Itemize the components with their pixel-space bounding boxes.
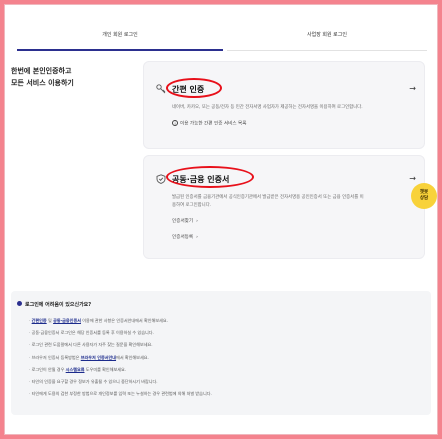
help-item-text: 이용에 관한 사항은 인증서안내에서 확인해보세요. <box>80 318 168 323</box>
bullet-icon <box>17 301 22 306</box>
login-help-section: 로그인에 어려움이 있으신가요? 간편인증 및 공동·금융인증서 이용에 관한 … <box>11 291 431 415</box>
chatbot-label-line-2: 상담 <box>419 196 429 201</box>
help-item: 타인의 인증을 요구할 경우 정보가 유출될 수 있으니 중단하시기 바랍니다. <box>29 376 424 388</box>
help-item: 공동·금융인증서 로그인은 해당 인증서를 등록 후 이용하실 수 있습니다. <box>29 327 424 339</box>
browser-cert-guide-link[interactable]: 브라우저 인증서안내 <box>81 355 116 360</box>
certificate-auth-description: 발급된 인증서를 금융기관에서 공식인증기관에서 발급받은 전자서명용 공인인증… <box>172 194 422 210</box>
find-certificate-link[interactable]: 인증서찾기 › <box>172 218 198 224</box>
headline-line-1: 한번에 본인인증하고 <box>11 67 72 75</box>
page-headline: 한번에 본인인증하고 모든 서비스 이용하기 <box>11 65 131 89</box>
find-certificate-label: 인증서찾기 <box>172 219 194 224</box>
register-certificate-label: 인증서등록 <box>172 235 194 240</box>
help-item: 로그인이 안될 경우 시스템요류 도우미를 확인해보세요. <box>29 364 424 376</box>
shield-icon <box>156 174 166 184</box>
tab-personal-login[interactable]: 개인 회원 로그인 <box>17 25 223 51</box>
easy-auth-card[interactable]: 간편 인증 → 네이버, 카카오, 또는 공동/전자 등 민간 전자서명 사업자… <box>143 61 425 149</box>
help-title: 로그인에 어려움이 있으신가요? <box>25 302 92 308</box>
tab-business-login[interactable]: 사업장 회원 로그인 <box>227 25 427 51</box>
headline-line-2: 모든 서비스 이용하기 <box>11 79 74 87</box>
chatbot-button[interactable]: 챗봇 상담 <box>411 183 437 209</box>
certificate-auth-description-line-1: 발급된 인증서를 금융기관에서 공식인증기관에서 발급받은 전자서명용 공인인증… <box>172 195 364 200</box>
certificate-auth-card[interactable]: 공동·금융 인증서 → 발급된 인증서를 금융기관에서 공식인증기관에서 발급받… <box>143 155 425 259</box>
easy-auth-description: 네이버, 카카오, 또는 공동/전자 등 민간 전자서명 사업자가 제공하는 전… <box>172 105 363 110</box>
chevron-right-icon: › <box>194 219 198 224</box>
help-item: 타인에게 도용의 겁한 부정한 방법으로 개인정보를 입력 또는 누설하는 경우… <box>29 388 424 400</box>
help-list: 간편인증 및 공동·금융인증서 이용에 관한 사항은 인증서안내에서 확인해보세… <box>29 315 424 400</box>
help-item-text: 브라우저 인증서 등록방법은 <box>31 354 81 360</box>
help-item-text: 도우미를 확인해보세요. <box>84 366 127 372</box>
certificate-auth-description-line-2: 용하여 로그인합니다. <box>172 203 212 208</box>
key-icon <box>156 84 166 94</box>
help-item: 로그인 관련 도움말에서 다른 사용자가 자주 찾는 질문을 확인해보세요. <box>29 339 424 351</box>
annotation-circle <box>166 166 254 188</box>
easy-auth-help-link[interactable]: 간편인증 <box>32 318 47 323</box>
register-certificate-link[interactable]: 인증서등록 › <box>172 234 198 240</box>
help-item-text: 에서 확인해보세요. <box>116 354 149 360</box>
login-page: 개인 회원 로그인 사업장 회원 로그인 한번에 본인인증하고 모든 서비스 이… <box>4 4 438 435</box>
easy-auth-service-list-link[interactable]: i 이용 가능한 간편 인증 서비스 목록 <box>172 120 246 127</box>
annotation-circle <box>166 78 222 98</box>
easy-auth-service-list-label: 이용 가능한 간편 인증 서비스 목록 <box>180 121 247 127</box>
help-item-text: 타인의 인증을 요구할 경우 정보가 유출될 수 있으니 중단하시기 바랍니다. <box>31 379 158 385</box>
certificate-help-link[interactable]: 공동·금융인증서 <box>53 318 81 323</box>
help-item-text: 공동·금융인증서 로그인은 해당 인증서를 등록 후 이용하실 수 있습니다. <box>31 330 154 336</box>
login-tabs: 개인 회원 로그인 사업장 회원 로그인 <box>5 25 437 51</box>
help-item: 브라우저 인증서 등록방법은 브라우저 인증서안내에서 확인해보세요. <box>29 352 424 364</box>
info-icon: i <box>172 120 178 126</box>
arrow-right-icon[interactable]: → <box>409 84 416 93</box>
help-item-text: 로그인 관련 도움말에서 다른 사용자가 자주 찾는 질문을 확인해보세요. <box>31 342 153 348</box>
help-item-text: 타인에게 도용의 겁한 부정한 방법으로 개인정보를 입력 또는 누설하는 경우… <box>31 391 212 397</box>
system-error-link[interactable]: 시스템요류 <box>66 367 85 372</box>
arrow-right-icon[interactable]: → <box>409 174 416 183</box>
help-item-text: 로그인이 안될 경우 <box>31 366 66 372</box>
chevron-right-icon: › <box>194 235 198 240</box>
help-item: 간편인증 및 공동·금융인증서 이용에 관한 사항은 인증서안내에서 확인해보세… <box>29 315 424 327</box>
